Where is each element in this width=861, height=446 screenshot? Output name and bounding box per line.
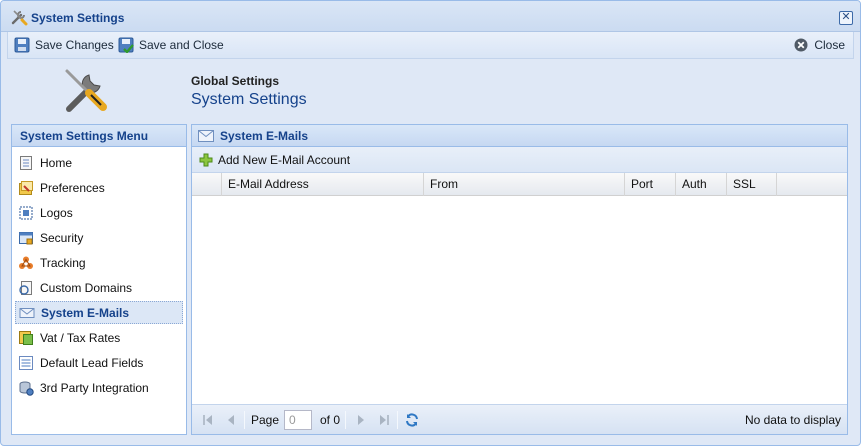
sidebar-item-system-emails[interactable]: System E-Mails (15, 301, 183, 324)
lead-fields-icon (19, 355, 33, 370)
security-icon (19, 231, 33, 244)
sidebar-item-label: Home (40, 155, 73, 170)
settings-menu-list: Home Preferences Logos Security Tracking… (12, 147, 186, 399)
custom-domains-icon (19, 280, 32, 295)
home-doc-icon (20, 155, 32, 170)
page-number-input[interactable] (284, 410, 312, 430)
envelope-icon (19, 307, 35, 318)
column-header-email-address[interactable]: E-Mail Address (222, 173, 424, 196)
sidebar-item-label: Tracking (40, 255, 86, 270)
previous-page-icon[interactable] (223, 412, 239, 428)
column-header-auth[interactable]: Auth (676, 173, 727, 196)
add-email-account-button[interactable]: Add New E-Mail Account (199, 153, 350, 167)
window-title: System Settings (31, 11, 125, 25)
column-header-row-selector (192, 173, 222, 196)
add-email-account-label: Add New E-Mail Account (218, 152, 351, 167)
sidebar-item-custom-domains[interactable]: Custom Domains (15, 276, 183, 299)
preferences-icon (19, 180, 33, 195)
paging-separator (244, 411, 245, 429)
next-page-icon[interactable] (353, 412, 369, 428)
save-and-close-label: Save and Close (139, 38, 224, 52)
save-changes-button[interactable]: Save Changes (14, 36, 114, 54)
close-label: Close (814, 38, 845, 52)
emails-grid-header: E-Mail Address From Port Auth SSL (192, 173, 847, 196)
paging-toolbar: Page of 0 (192, 404, 847, 434)
column-header-from[interactable]: From (424, 173, 625, 196)
page-label: Page (251, 413, 280, 427)
sidebar-item-label: Default Lead Fields (40, 355, 144, 370)
plus-icon (199, 153, 213, 166)
save-changes-label: Save Changes (35, 38, 114, 52)
column-header-port[interactable]: Port (625, 173, 676, 196)
sidebar-item-3rd-party-integration[interactable]: 3rd Party Integration (15, 376, 183, 399)
sidebar-item-label: 3rd Party Integration (40, 380, 149, 395)
page-title: System Settings (191, 91, 307, 108)
sidebar-item-home[interactable]: Home (15, 151, 183, 174)
main-toolbar: Save Changes Save and Close Close (7, 32, 854, 59)
tools-icon (65, 69, 107, 112)
save-and-close-button[interactable]: Save and Close (118, 36, 224, 54)
sidebar-item-tracking[interactable]: Tracking (15, 251, 183, 274)
system-emails-title: System E-Mails (220, 128, 309, 143)
sidebar-item-label: Custom Domains (40, 280, 133, 295)
paging-separator (397, 411, 398, 429)
sidebar-item-label: Preferences (40, 180, 105, 195)
sidebar-item-label: Security (40, 230, 84, 245)
first-page-icon[interactable] (200, 412, 216, 428)
window-close-icon[interactable]: ✕ (839, 11, 853, 25)
tracking-icon (19, 256, 33, 269)
header-subtitle: Global Settings (191, 74, 280, 88)
window-titlebar[interactable]: System Settings ✕ (1, 1, 860, 32)
last-page-icon[interactable] (376, 412, 392, 428)
emails-toolbar: Add New E-Mail Account (192, 147, 847, 173)
page-count-label: of 0 (320, 413, 341, 427)
sidebar-item-vat-tax-rates[interactable]: Vat / Tax Rates (15, 326, 183, 349)
integration-icon (19, 381, 34, 396)
close-circle-icon (794, 38, 808, 52)
tax-rates-icon (19, 330, 33, 345)
sidebar-item-logos[interactable]: Logos (15, 201, 183, 224)
envelope-icon (198, 129, 214, 142)
paging-status: No data to display (744, 413, 841, 427)
sidebar-item-label: Logos (40, 205, 73, 220)
sidebar-item-preferences[interactable]: Preferences (15, 176, 183, 199)
system-settings-window: System Settings ✕ Save Changes Save and … (0, 0, 861, 446)
sidebar-item-label: Vat / Tax Rates (40, 330, 121, 345)
logos-icon (19, 206, 33, 219)
floppy-disk-icon (14, 37, 30, 53)
system-emails-panel: System E-Mails Add New E-Mail Account E-… (191, 124, 848, 435)
paging-separator (345, 411, 346, 429)
sidebar-item-default-lead-fields[interactable]: Default Lead Fields (15, 351, 183, 374)
settings-menu-title: System Settings Menu (12, 125, 186, 147)
settings-header: Global Settings System Settings (7, 59, 854, 121)
tools-icon (11, 10, 28, 26)
close-button[interactable]: Close (793, 36, 845, 54)
sidebar-item-label: System E-Mails (41, 305, 130, 320)
save-close-icon (118, 37, 134, 53)
sidebar-item-security[interactable]: Security (15, 226, 183, 249)
system-emails-header: System E-Mails (192, 125, 847, 147)
emails-grid-body (192, 196, 847, 401)
settings-menu-panel: System Settings Menu Home Preferences Lo… (11, 124, 187, 435)
column-header-ssl[interactable]: SSL (727, 173, 777, 196)
refresh-icon[interactable] (404, 412, 420, 428)
